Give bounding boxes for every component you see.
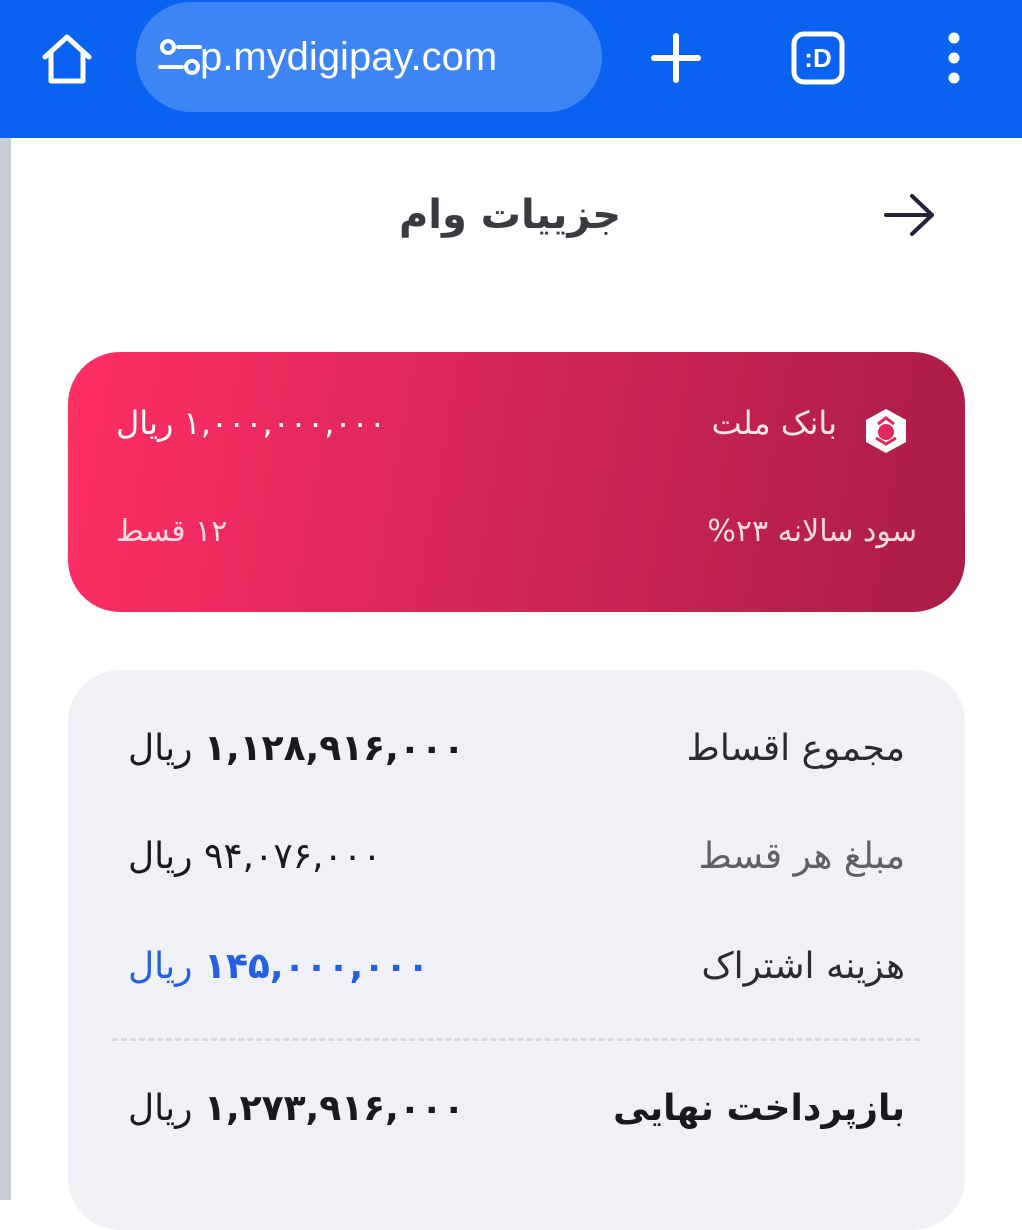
home-button[interactable]: [30, 22, 104, 96]
final-repayment-value: ۱,۲۷۳,۹۱۶,۰۰۰ ریال: [128, 1088, 465, 1129]
installment-amount-value: ۹۴,۰۷۶,۰۰۰ ریال: [128, 836, 382, 877]
tab-switcher-button[interactable]: :D: [790, 30, 846, 86]
installment-amount-label: مبلغ هر قسط: [698, 836, 905, 877]
tune-icon[interactable]: [156, 35, 206, 79]
tab-badge: :D: [804, 43, 832, 73]
plus-icon[interactable]: [646, 28, 706, 88]
loan-amount: ۱,۰۰۰,۰۰۰,۰۰۰ ریال: [116, 404, 386, 442]
total-installments-label: مجموع اقساط: [686, 728, 905, 769]
more-vertical-icon[interactable]: [934, 30, 974, 86]
arrow-right-icon[interactable]: [880, 190, 940, 240]
scroll-edge: [0, 138, 11, 1200]
address-bar[interactable]: p.mydigipay.com: [136, 2, 602, 112]
url-text[interactable]: p.mydigipay.com: [200, 2, 600, 112]
annual-interest: سود سالانه ۲۳%: [707, 514, 917, 549]
bank-mellat-logo: [866, 409, 906, 453]
browser-toolbar: p.mydigipay.com :D: [0, 0, 1022, 138]
payment-summary-card: مجموع اقساط ۱,۱۲۸,۹۱۶,۰۰۰ ریال مبلغ هر ق…: [68, 670, 965, 1230]
subscription-fee-label: هزینه اشتراک: [701, 946, 905, 987]
page-title: جزییات وام: [398, 192, 622, 238]
installment-count: ۱۲ قسط: [116, 514, 228, 549]
home-icon: [42, 34, 92, 84]
dashed-divider: [112, 1038, 920, 1041]
bank-name: بانک ملت: [711, 404, 837, 442]
subscription-fee-value: ۱۴۵,۰۰۰,۰۰۰ ریال: [128, 946, 430, 987]
final-repayment-label: بازپرداخت نهایی: [613, 1088, 905, 1129]
total-installments-value: ۱,۱۲۸,۹۱۶,۰۰۰ ریال: [128, 728, 465, 769]
loan-card: بانک ملت ۱,۰۰۰,۰۰۰,۰۰۰ ریال سود سالانه ۲…: [68, 352, 965, 612]
